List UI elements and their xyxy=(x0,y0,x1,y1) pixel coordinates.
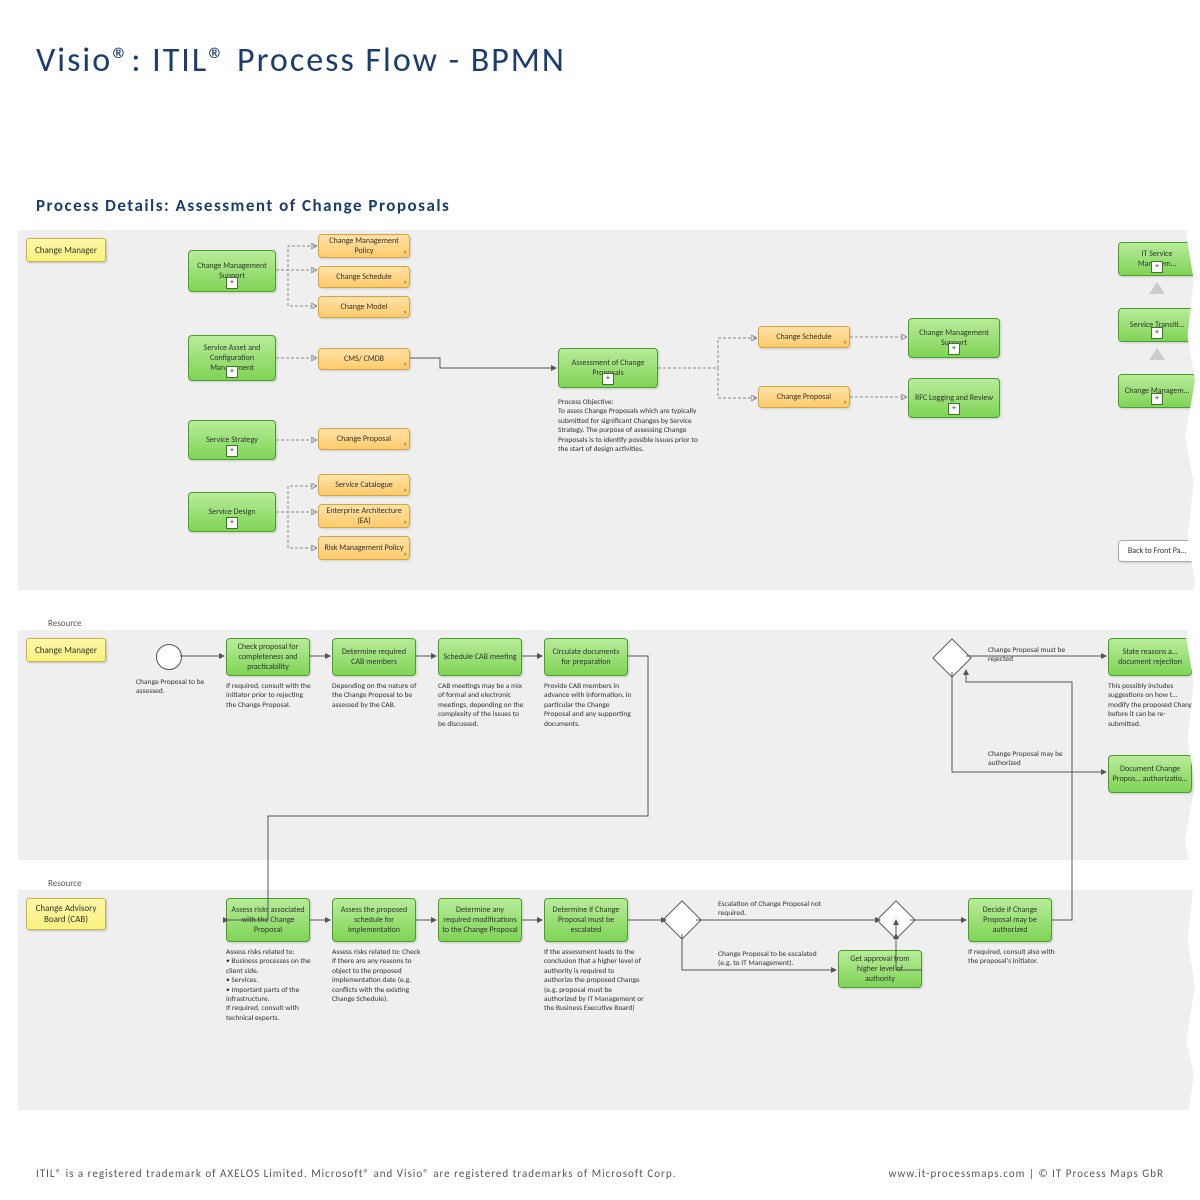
page-subtitle: Process Details: Assessment of Change Pr… xyxy=(36,195,450,216)
doc-change-mgmt-policy[interactable]: Change Management Policy» xyxy=(318,234,410,258)
task-assess-risks[interactable]: Assess risks associated with the Change … xyxy=(226,898,310,942)
task-check-proposal[interactable]: Check proposal for completeness and prac… xyxy=(226,638,310,676)
task-decide-authorization[interactable]: Decide if Change Proposal may be authori… xyxy=(968,898,1052,942)
task-circulate-documents[interactable]: Circulate documents for preparation xyxy=(544,638,628,676)
task-assess-schedule[interactable]: Assess the proposed schedule for impleme… xyxy=(332,898,416,942)
task-determine-cab-members[interactable]: Determine required CAB members xyxy=(332,638,416,676)
doc-change-proposal[interactable]: Change Proposal» xyxy=(318,428,410,450)
note-escalation: If the assessment leads to the conclusio… xyxy=(544,948,644,1014)
subprocess-service-strategy[interactable]: Service Strategy+ xyxy=(188,420,276,460)
doc-change-model[interactable]: Change Model» xyxy=(318,296,410,318)
start-note: Change Proposal to be assessed. xyxy=(136,678,216,697)
subprocess-change-mgmt-support[interactable]: Change Management Support+ xyxy=(188,250,276,292)
footer-credits: www.it-processmaps.com | © IT Process Ma… xyxy=(888,1167,1164,1180)
doc-change-schedule[interactable]: Change Schedule» xyxy=(318,266,410,288)
note-circulate: Provide CAB members in advance with info… xyxy=(544,682,636,729)
note-decide: If required, consult also with the propo… xyxy=(968,948,1058,967)
note-check-proposal: If required, consult with the initiator … xyxy=(226,682,314,710)
link-change-mgmt[interactable]: Change Managem…+ xyxy=(1118,374,1196,408)
resource-label-1: Resource xyxy=(48,618,82,629)
back-to-front-button[interactable]: Back to Front Pa… xyxy=(1118,540,1196,562)
note-schedule-cab: CAB meetings may be a mix of formal and … xyxy=(438,682,526,729)
start-event[interactable] xyxy=(156,644,182,670)
task-state-rejection[interactable]: State reasons a… document rejection xyxy=(1108,638,1192,676)
link-it-service-mgmt[interactable]: IT Service Managem…+ xyxy=(1118,242,1196,276)
footer: ITIL® is a registered trademark of AXELO… xyxy=(36,1167,1164,1180)
note-rejection: This possibly includes suggestions on ho… xyxy=(1108,682,1198,729)
flow-reject-label: Change Proposal must be rejected xyxy=(988,646,1078,664)
resource-label-2: Resource xyxy=(48,878,82,889)
subprocess-cms-out[interactable]: Change Management Support+ xyxy=(908,318,1000,358)
objective-text: Process Objective: To asses Change Propo… xyxy=(558,398,708,454)
lane-cab: Change Advisory Board (CAB) xyxy=(26,898,106,930)
doc-change-schedule-out[interactable]: Change Schedule» xyxy=(758,326,850,348)
doc-risk-mgmt-policy[interactable]: Risk Management Policy» xyxy=(318,536,410,560)
subprocess-assessment-central[interactable]: Assessment of Change Proposals+ xyxy=(558,348,658,388)
lane-change-manager-2: Change Manager xyxy=(26,638,106,662)
link-service-transition[interactable]: Service Transiti…+ xyxy=(1118,308,1196,342)
note-assess-risks: Assess risks related to: • Business proc… xyxy=(226,948,320,1023)
task-get-approval[interactable]: Get approval from higher level of author… xyxy=(838,950,922,988)
note-assess-schedule: Assess risks related to: Check if there … xyxy=(332,948,426,1004)
doc-cms-cmdb[interactable]: CMS/ CMDB» xyxy=(318,348,410,370)
diagram-canvas: Change Manager Change Management Support… xyxy=(18,230,1200,1140)
doc-change-proposal-out[interactable]: Change Proposal» xyxy=(758,386,850,408)
doc-enterprise-architecture[interactable]: Enterprise Architecture (EA)» xyxy=(318,504,410,528)
subprocess-service-design[interactable]: Service Design+ xyxy=(188,492,276,532)
task-determine-modifications[interactable]: Determine any required modifications to … xyxy=(438,898,522,942)
flow-escalation: Change Proposal to be escalated (e.g. to… xyxy=(718,950,828,968)
flow-authorize-label: Change Proposal may be authorized xyxy=(988,750,1078,768)
lane-change-manager: Change Manager xyxy=(26,238,106,262)
page-title: Visio®: ITIL® Process Flow - BPMN xyxy=(36,40,566,81)
task-determine-escalation[interactable]: Determine if Change Proposal must be esc… xyxy=(544,898,628,942)
note-cab-members: Depending on the nature of the Change Pr… xyxy=(332,682,420,710)
task-schedule-cab-meeting[interactable]: Schedule CAB meeting xyxy=(438,638,522,676)
task-document-authorization[interactable]: Document Change Propos… authorizatio… xyxy=(1108,755,1192,793)
subprocess-sacm[interactable]: Service Asset and Configuration Manageme… xyxy=(188,335,276,381)
subprocess-rfc-logging[interactable]: RFC Logging and Review+ xyxy=(908,378,1000,418)
footer-trademark: ITIL® is a registered trademark of AXELO… xyxy=(36,1167,676,1180)
flow-no-escalation: Escalation of Change Proposal not requir… xyxy=(718,900,828,918)
doc-service-catalogue[interactable]: Service Catalogue» xyxy=(318,474,410,496)
